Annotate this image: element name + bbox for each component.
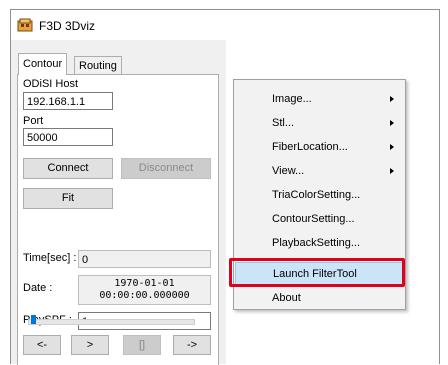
port-input[interactable]: 50000 [23,128,113,146]
menu-item-image[interactable]: Image... [235,87,404,111]
menu-item-stl[interactable]: Stl... [235,111,404,135]
time-label: Time[sec] : [23,252,77,264]
disconnect-button[interactable]: Disconnect [121,158,211,179]
annotation-highlight-box [229,258,405,287]
tab-routing[interactable]: Routing [74,56,122,75]
stop-button[interactable]: [] [123,335,161,355]
submenu-arrow-icon [390,168,394,174]
host-label: ODiSI Host [23,78,79,90]
tab-contour[interactable]: Contour [18,53,68,75]
submenu-arrow-icon [390,96,394,102]
menu-item-contour-setting[interactable]: ContourSetting... [235,207,404,231]
port-label: Port [23,115,44,127]
playback-slider[interactable] [28,319,195,325]
connect-button[interactable]: Connect [23,158,113,179]
menu-item-about[interactable]: About [235,286,404,310]
step-forward-button[interactable]: -> [173,335,211,355]
window-title: F3D 3Dviz [39,19,96,33]
menu-item-label: FiberLocation... [272,141,348,153]
menu-item-tria-color-setting[interactable]: TriaColorSetting... [235,183,404,207]
title-bar[interactable]: F3D 3Dviz [11,10,439,40]
date-label: Date : [23,282,53,294]
menu-item-label: Image... [272,93,312,105]
date-field: 1970-01-01 00:00:00.000000 [78,275,211,305]
menu-item-label: Stl... [272,117,295,129]
host-input[interactable]: 192.168.1.1 [23,92,113,110]
control-panel: Contour Routing ODiSI Host 192.168.1.1 P… [11,40,226,365]
date-line-2: 00:00:00.000000 [99,290,190,301]
fit-button[interactable]: Fit [23,188,113,209]
menu-item-playback-setting[interactable]: PlaybackSetting... [235,231,404,255]
date-line-1: 1970-01-01 [114,278,175,289]
menu-item-label: View... [272,165,305,177]
submenu-arrow-icon [390,144,394,150]
submenu-arrow-icon [390,120,394,126]
menu-item-view[interactable]: View... [235,159,404,183]
slider-thumb[interactable] [31,315,36,324]
app-logo-icon [17,18,33,32]
step-back-button[interactable]: <- [23,335,61,355]
menu-item-fiber-location[interactable]: FiberLocation... [235,135,404,159]
play-button[interactable]: > [71,335,109,355]
time-field: 0 [78,250,211,268]
